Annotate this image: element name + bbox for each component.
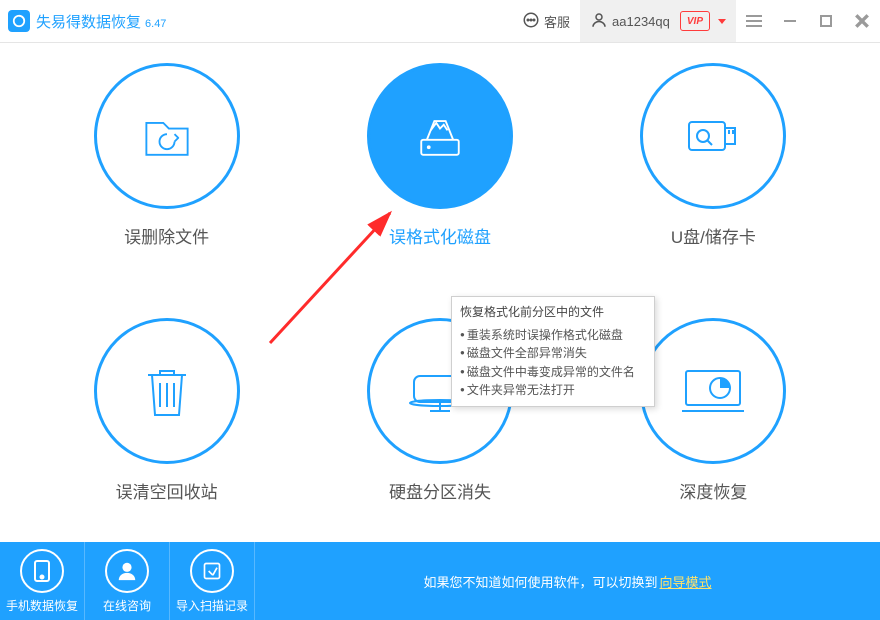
app-version: 6.47 [145, 18, 166, 30]
minimize-button[interactable] [772, 0, 808, 42]
phone-icon [20, 549, 64, 593]
card-label: 误格式化磁盘 [389, 223, 491, 248]
footer-label: 在线咨询 [103, 597, 151, 614]
footer-hint-text: 如果您不知道如何使用软件，可以切换到 [423, 572, 657, 591]
card-label: 深度恢复 [679, 478, 747, 503]
import-icon [190, 549, 234, 593]
tooltip-title: 恢复格式化前分区中的文件 [460, 303, 646, 322]
footer-hint: 如果您不知道如何使用软件，可以切换到 向导模式 [255, 572, 880, 591]
main-area: 误删除文件 误格式化磁盘 U盘/储存卡 误清空回收站 硬盘分区消失 深度恢复 恢 [0, 63, 880, 563]
user-icon [590, 11, 608, 32]
username-label: aa1234qq [612, 14, 670, 29]
chat-icon [522, 11, 540, 32]
card-label: 硬盘分区消失 [389, 478, 491, 503]
window-controls [736, 0, 880, 42]
app-title: 失易得数据恢复 [36, 11, 141, 32]
card-label: 误删除文件 [124, 223, 209, 248]
support-button[interactable]: 客服 [512, 0, 580, 42]
support-label: 客服 [544, 12, 570, 31]
menu-button[interactable] [736, 0, 772, 42]
tooltip-item: 重装系统时误操作格式化磁盘 [460, 326, 646, 345]
tooltip-item: 磁盘文件中毒变成异常的文件名 [460, 363, 646, 382]
user-icon [105, 549, 149, 593]
footer-online-support[interactable]: 在线咨询 [85, 542, 170, 620]
vip-badge: VIP [680, 11, 710, 31]
card-label: U盘/储存卡 [671, 223, 756, 248]
card-deleted-files[interactable]: 误删除文件 [30, 63, 303, 288]
card-formatted-disk[interactable]: 误格式化磁盘 [303, 63, 576, 288]
footer-phone-recovery[interactable]: 手机数据恢复 [0, 542, 85, 620]
tooltip-formatted-disk: 恢复格式化前分区中的文件 重装系统时误操作格式化磁盘 磁盘文件全部异常消失 磁盘… [451, 296, 655, 407]
titlebar: 失易得数据恢复 6.47 客服 aa1234qq VIP [0, 0, 880, 43]
card-usb-card[interactable]: U盘/储存卡 [577, 63, 850, 288]
footer-label: 导入扫描记录 [176, 597, 248, 614]
tooltip-item: 磁盘文件全部异常消失 [460, 344, 646, 363]
recovery-grid: 误删除文件 误格式化磁盘 U盘/储存卡 误清空回收站 硬盘分区消失 深度恢复 [30, 63, 850, 543]
card-label: 误清空回收站 [116, 478, 218, 503]
tooltip-item: 文件夹异常无法打开 [460, 381, 646, 400]
maximize-button[interactable] [808, 0, 844, 42]
footer-import-scan[interactable]: 导入扫描记录 [170, 542, 255, 620]
card-recycle-bin[interactable]: 误清空回收站 [30, 318, 303, 543]
footer-bar: 手机数据恢复 在线咨询 导入扫描记录 如果您不知道如何使用软件，可以切换到 向导… [0, 542, 880, 620]
chevron-down-icon [718, 19, 726, 24]
close-button[interactable] [844, 0, 880, 42]
user-account[interactable]: aa1234qq VIP [580, 0, 736, 42]
app-logo [8, 10, 30, 32]
wizard-mode-link[interactable]: 向导模式 [660, 572, 712, 591]
footer-label: 手机数据恢复 [6, 597, 78, 614]
